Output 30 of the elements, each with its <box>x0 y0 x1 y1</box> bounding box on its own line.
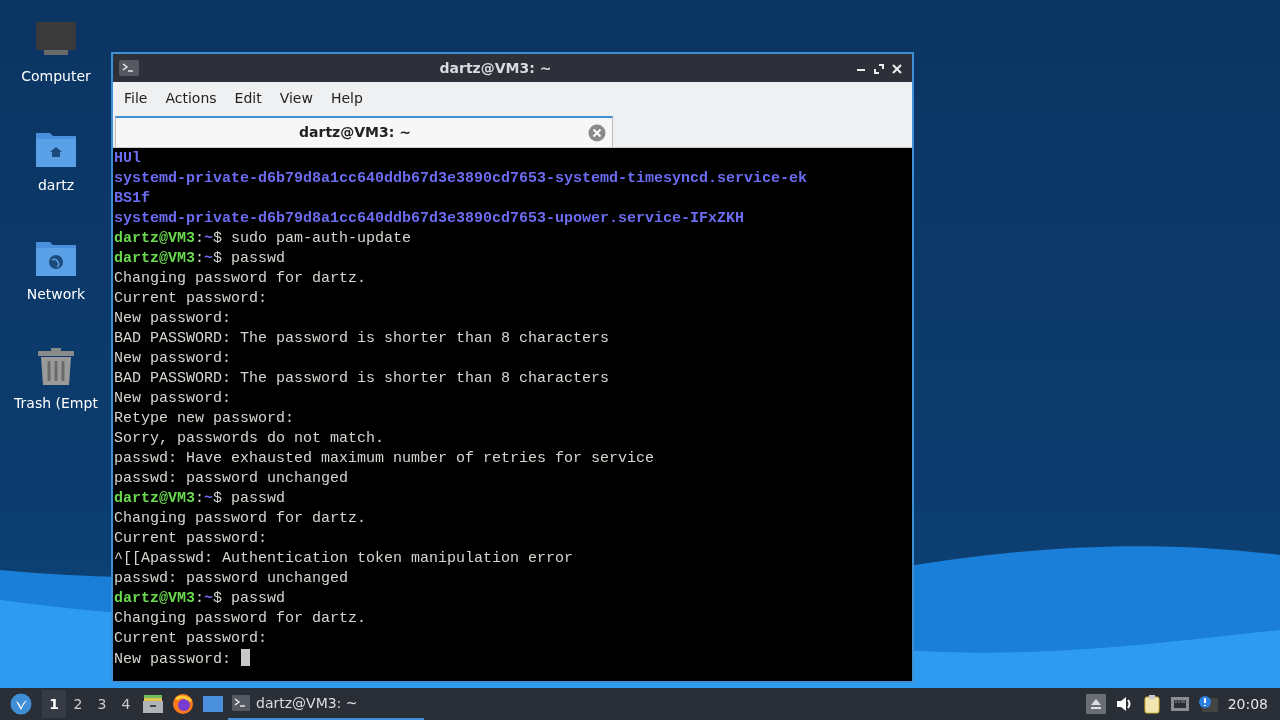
menu-item[interactable]: Edit <box>226 83 270 113</box>
network-icon[interactable] <box>1169 694 1190 714</box>
icon-label: Computer <box>21 67 91 86</box>
icon-label: Network <box>26 285 86 304</box>
icon-label: Trash (Empt <box>14 394 98 413</box>
desktop-icon[interactable] <box>202 693 224 715</box>
menu-item[interactable]: Help <box>322 83 371 113</box>
clipboard-icon[interactable] <box>1141 694 1162 714</box>
terminal-icon <box>232 695 250 711</box>
workspace-button[interactable]: 2 <box>66 690 90 718</box>
menu-item[interactable]: View <box>271 83 321 113</box>
taskbar-task[interactable]: dartz@VM3: ~ <box>228 688 424 720</box>
workspace-button[interactable]: 1 <box>42 690 66 718</box>
maximize-icon[interactable] <box>874 63 884 74</box>
menu-item[interactable]: File <box>116 83 156 113</box>
clock: 20:08 <box>1227 694 1268 714</box>
close-icon[interactable] <box>892 63 902 74</box>
workspace-button[interactable]: 4 <box>114 690 138 718</box>
file-cabinet-icon[interactable] <box>142 693 164 715</box>
terminal-tab[interactable]: dartz@VM3: ~ <box>115 116 613 147</box>
eject-icon[interactable] <box>1085 694 1106 714</box>
bird-logo-icon <box>10 693 32 715</box>
icon-label: dartz <box>37 176 75 195</box>
close-tab-icon[interactable] <box>588 123 606 142</box>
terminal-icon <box>119 60 139 76</box>
workspace-button[interactable]: 3 <box>90 690 114 718</box>
notification-icon[interactable] <box>1197 694 1218 714</box>
window-title: dartz@VM3: ~ <box>438 58 553 78</box>
menu-item[interactable]: Actions <box>157 83 225 113</box>
browser-icon[interactable] <box>172 693 194 715</box>
